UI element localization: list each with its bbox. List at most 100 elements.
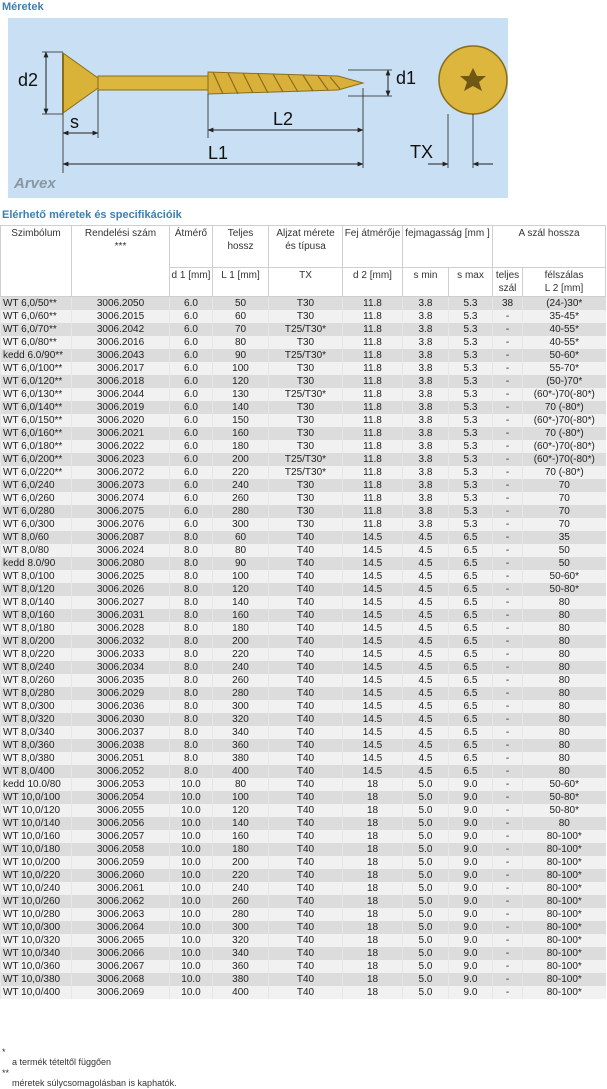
cell-s-max: 9.0: [447, 791, 493, 804]
cell-partial-thread: 70: [522, 479, 606, 492]
cell-head-diameter: 11.8: [342, 401, 403, 414]
cell-s-max: 5.3: [447, 518, 493, 531]
cell-s-max: 6.5: [447, 739, 493, 752]
cell-s-max: 9.0: [447, 921, 493, 934]
cell-socket: T40: [268, 856, 343, 869]
cell-s-min: 3.8: [402, 388, 449, 401]
header-smax: s max: [447, 267, 494, 297]
cell-s-max: 6.5: [447, 687, 493, 700]
cell-order-number: 3006.2050: [71, 296, 170, 310]
cell-full-thread: -: [492, 739, 523, 752]
cell-symbol: WT 8,0/60: [0, 531, 72, 544]
cell-order-number: 3006.2075: [71, 505, 170, 518]
label-L2: L2: [273, 109, 293, 129]
cell-s-min: 4.5: [402, 661, 449, 674]
cell-order-number: 3006.2080: [71, 557, 170, 570]
cell-socket: T40: [268, 791, 343, 804]
header-length: Teljes hossz: [212, 225, 269, 268]
cell-full-thread: -: [492, 973, 523, 986]
cell-diameter: 10.0: [169, 882, 213, 895]
table-row: WT 8,0/320 3006.2030 8.0 320 T40 14.5 4.5 6.5-8…: [0, 713, 606, 726]
cell-diameter: 6.0: [169, 518, 213, 531]
cell-length: 150: [212, 414, 269, 427]
cell-symbol: WT 10,0/240: [0, 882, 72, 895]
header-head: Fej átmérője: [342, 225, 403, 268]
cell-s-max: 9.0: [447, 986, 493, 999]
cell-symbol: WT 6,0/200**: [0, 453, 72, 466]
screw-shank: [97, 75, 209, 91]
cell-partial-thread: (60*-)70(-80*): [522, 414, 606, 427]
cell-s-min: 4.5: [402, 765, 449, 778]
cell-full-thread: -: [492, 505, 523, 518]
cell-diameter: 10.0: [169, 804, 213, 817]
cell-s-max: 9.0: [447, 934, 493, 947]
cell-s-min: 5.0: [402, 791, 449, 804]
cell-full-thread: -: [492, 687, 523, 700]
table-row: WT 10,0/400 3006.2069 10.0 400 T40 18 5.0 9.0-8…: [0, 986, 606, 999]
cell-length: 260: [212, 895, 269, 908]
cell-head-diameter: 18: [342, 804, 403, 817]
cell-diameter: 6.0: [169, 375, 213, 388]
cell-s-max: 9.0: [447, 804, 493, 817]
cell-symbol: WT 10,0/140: [0, 817, 72, 830]
cell-partial-thread: 80-100*: [522, 973, 606, 986]
cell-s-max: 5.3: [447, 388, 493, 401]
cell-partial-thread: 80-100*: [522, 947, 606, 960]
cell-full-thread: -: [492, 856, 523, 869]
cell-socket: T40: [268, 531, 343, 544]
cell-s-max: 5.3: [447, 362, 493, 375]
cell-order-number: 3006.2026: [71, 583, 170, 596]
cell-diameter: 8.0: [169, 544, 213, 557]
cell-socket: T40: [268, 583, 343, 596]
cell-diameter: 8.0: [169, 622, 213, 635]
cell-head-diameter: 11.8: [342, 388, 403, 401]
cell-diameter: 6.0: [169, 323, 213, 336]
cell-diameter: 10.0: [169, 856, 213, 869]
cell-length: 180: [212, 843, 269, 856]
cell-diameter: 6.0: [169, 336, 213, 349]
cell-s-min: 5.0: [402, 778, 449, 791]
spec-table: Szimbólum Rendelési szám *** Átmérő Telje…: [0, 225, 607, 999]
cell-full-thread: -: [492, 817, 523, 830]
cell-partial-thread: (60*-)70(-80*): [522, 388, 606, 401]
cell-head-diameter: 14.5: [342, 570, 403, 583]
cell-symbol: kedd 10.0/80: [0, 778, 72, 791]
cell-symbol: WT 6,0/180**: [0, 440, 72, 453]
cell-s-min: 3.8: [402, 296, 449, 310]
cell-full-thread: -: [492, 713, 523, 726]
cell-s-min: 5.0: [402, 843, 449, 856]
cell-head-diameter: 14.5: [342, 687, 403, 700]
cell-order-number: 3006.2042: [71, 323, 170, 336]
cell-partial-thread: (24-)30*: [522, 296, 606, 310]
table-row: WT 10,0/200 3006.2059 10.0 200 T40 18 5.0 9.0-8…: [0, 856, 606, 869]
label-TX: TX: [410, 142, 433, 162]
cell-partial-thread: 70 (-80*): [522, 466, 606, 479]
cell-head-diameter: 14.5: [342, 531, 403, 544]
table-row: WT 8,0/160 3006.2031 8.0 160 T40 14.5 4.5 6.5-8…: [0, 609, 606, 622]
cell-diameter: 10.0: [169, 778, 213, 791]
cell-head-diameter: 18: [342, 908, 403, 921]
cell-socket: T30: [268, 492, 343, 505]
cell-full-thread: -: [492, 583, 523, 596]
table-row: WT 10,0/320 3006.2065 10.0 320 T40 18 5.0 9.0-8…: [0, 934, 606, 947]
cell-s-min: 4.5: [402, 700, 449, 713]
cell-length: 300: [212, 518, 269, 531]
cell-length: 50: [212, 296, 269, 310]
cell-symbol: WT 8,0/380: [0, 752, 72, 765]
cell-head-diameter: 14.5: [342, 765, 403, 778]
cell-head-diameter: 14.5: [342, 674, 403, 687]
cell-s-max: 9.0: [447, 778, 493, 791]
cell-full-thread: -: [492, 635, 523, 648]
cell-socket: T30: [268, 414, 343, 427]
cell-partial-thread: 80: [522, 713, 606, 726]
cell-s-max: 5.3: [447, 375, 493, 388]
cell-order-number: 3006.2087: [71, 531, 170, 544]
cell-order-number: 3006.2053: [71, 778, 170, 791]
cell-symbol: WT 6,0/260: [0, 492, 72, 505]
header-d1: d 1 [mm]: [169, 267, 213, 297]
cell-partial-thread: 80: [522, 726, 606, 739]
cell-partial-thread: 80: [522, 609, 606, 622]
cell-head-diameter: 11.8: [342, 518, 403, 531]
table-row: WT 10,0/380 3006.2068 10.0 380 T40 18 5.0 9.0-8…: [0, 973, 606, 986]
screw-dimension-diagram: d2 d1 s L2 L1 TX Arvex: [8, 18, 508, 198]
